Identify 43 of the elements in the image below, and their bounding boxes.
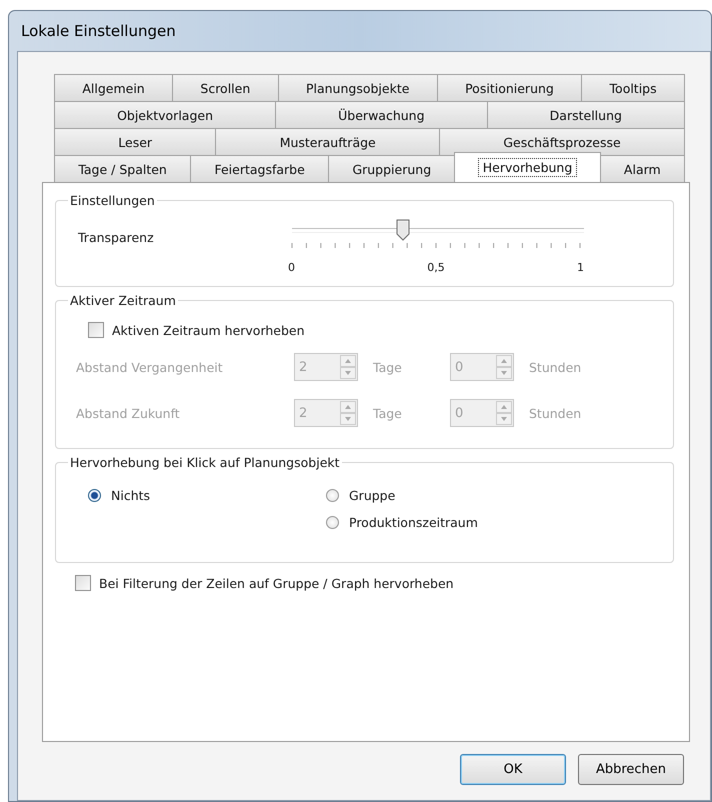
field-label: Abstand Zukunft	[76, 406, 181, 420]
tab[interactable]: Alarm	[600, 155, 686, 182]
tab[interactable]: Positionierung	[436, 74, 582, 101]
checkbox[interactable]	[75, 575, 91, 591]
tab[interactable]: Allgemein	[54, 74, 174, 101]
group-title: Hervorhebung bei Klick auf Planungsobjekt	[69, 455, 341, 470]
tab[interactable]: Scrollen	[172, 74, 279, 101]
tab[interactable]: Planungsobjekte	[278, 74, 438, 101]
window-title: Lokale Einstellungen	[21, 22, 176, 40]
checkbox-label: Bei Filterung der Zeilen auf Gruppe / Graph hervorheben	[99, 576, 454, 590]
tab[interactable]: Leser	[54, 128, 216, 155]
radio-label: Gruppe	[349, 488, 396, 503]
scale-label: 1	[577, 261, 584, 274]
tab[interactable]: Überwachung	[275, 101, 488, 128]
group-title: Einstellungen	[69, 193, 156, 208]
tab[interactable]: Darstellung	[486, 101, 686, 128]
radio-button[interactable]	[326, 516, 339, 529]
unit-label: Stunden	[528, 406, 582, 420]
tab[interactable]: Tooltips	[581, 74, 685, 101]
slider-label: Transparenz	[77, 229, 155, 245]
tab[interactable]: Objektvorlagen	[54, 101, 276, 128]
tab[interactable]: Musteraufträge	[215, 128, 440, 155]
checkbox-label: Aktiven Zeitraum hervorheben	[112, 322, 305, 338]
radio-label: Produktionszeitraum	[349, 515, 478, 530]
checkbox[interactable]	[88, 322, 104, 338]
tab[interactable]: Feiertagsfarbe	[190, 155, 330, 182]
tab[interactable]: Hervorhebung	[454, 152, 601, 182]
unit-label: Stunden	[528, 360, 582, 374]
cancel-button[interactable]: Abbrechen	[578, 754, 684, 785]
tab[interactable]: Gruppierung	[328, 155, 456, 182]
unit-label: Tage	[372, 360, 403, 374]
slider-thumb[interactable]	[396, 219, 410, 241]
radio-button[interactable]	[88, 489, 101, 502]
tab[interactable]: Geschäftsprozesse	[439, 128, 686, 155]
radio-button[interactable]	[326, 489, 339, 502]
scale-label: 0	[288, 261, 295, 274]
field-label: Abstand Vergangenheit	[76, 360, 224, 374]
scale-label: 0,5	[427, 261, 445, 274]
group-title: Aktiver Zeitraum	[69, 293, 177, 308]
ok-button[interactable]: OK	[460, 754, 566, 785]
radio-label: Nichts	[111, 488, 150, 503]
unit-label: Tage	[372, 406, 403, 420]
tab[interactable]: Tage / Spalten	[54, 155, 192, 182]
